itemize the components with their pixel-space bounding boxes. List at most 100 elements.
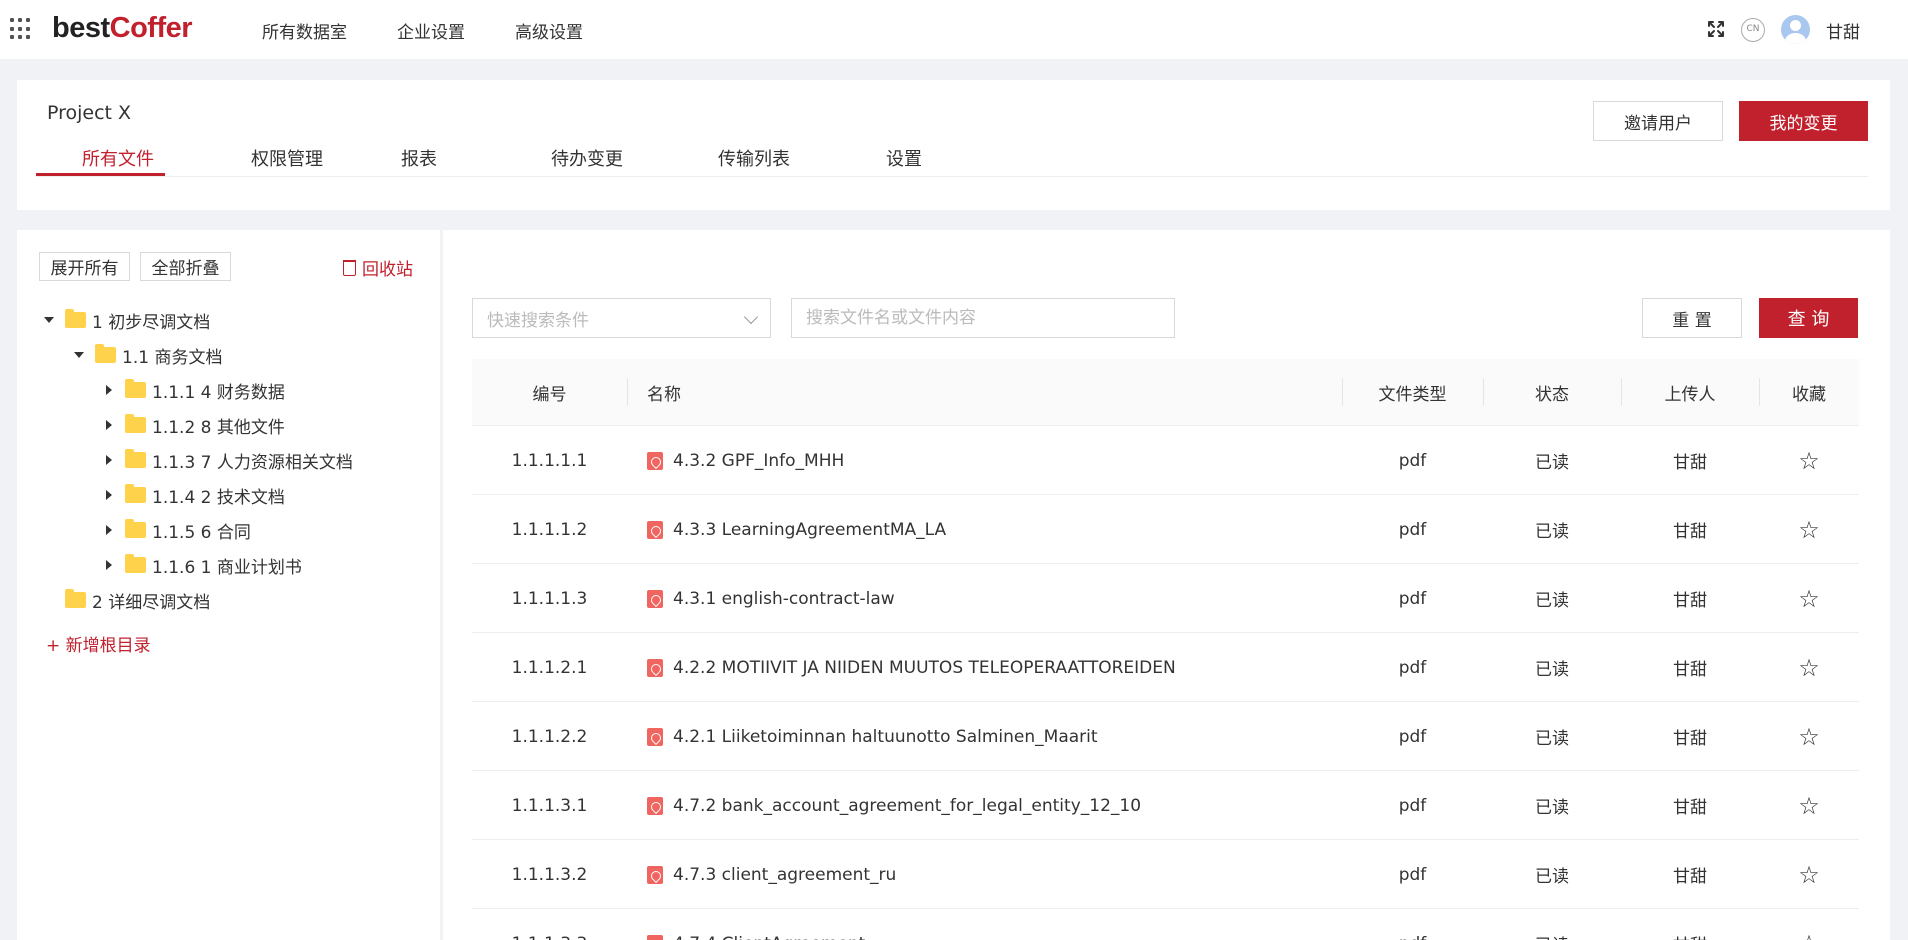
cell-file-type: pdf	[1342, 909, 1483, 940]
table-row[interactable]: 1.1.1.3.1 4.7.2 bank_account_agreement_fo…	[472, 771, 1859, 840]
col-header-id[interactable]: 编号	[472, 359, 627, 426]
table-row[interactable]: 1.1.1.3.3 4.7.4 ClientAgreement pdf已读甘甜 ☆	[472, 909, 1859, 940]
cell-favorite: ☆	[1759, 633, 1859, 702]
col-header-favorite[interactable]: 收藏	[1759, 359, 1859, 426]
tab-settings[interactable]: 设置	[886, 145, 922, 177]
cell-name[interactable]: 4.7.2 bank_account_agreement_for_legal_e…	[647, 771, 1337, 840]
cell-uploader: 甘甜	[1673, 729, 1707, 749]
caret-right-icon[interactable]	[99, 450, 119, 470]
cell-file-type: pdf	[1398, 519, 1427, 540]
reset-button[interactable]: 重 置	[1642, 298, 1742, 338]
table-row[interactable]: 1.1.1.1.1 4.3.2 GPF_Info_MHH pdf 已读 甘甜 ☆	[472, 426, 1859, 495]
invite-user-button[interactable]: 邀请用户	[1593, 101, 1723, 141]
star-icon[interactable]: ☆	[1798, 587, 1820, 611]
tree-node[interactable]: 1.1 商务文档	[69, 343, 222, 368]
logo[interactable]: bestCoffer	[52, 12, 193, 45]
fullscreen-icon[interactable]	[1706, 19, 1726, 39]
tree-node[interactable]: 1.1.5 6 合同	[99, 518, 251, 543]
cell-uploader: 甘甜	[1673, 522, 1707, 542]
folder-icon	[125, 449, 146, 468]
star-icon[interactable]: ☆	[1798, 794, 1820, 818]
file-name[interactable]: 4.3.2 GPF_Info_MHH	[673, 451, 844, 471]
star-icon[interactable]: ☆	[1798, 449, 1820, 473]
table-body: 1.1.1.1.1 4.3.2 GPF_Info_MHH pdf 已读 甘甜 ☆ 1.1.1…	[472, 426, 1859, 940]
caret-down-icon[interactable]	[69, 345, 89, 365]
my-changes-button[interactable]: 我的变更	[1739, 101, 1868, 141]
cell-name[interactable]: 4.2.1 Liiketoiminnan haltuunotto Salmine…	[647, 702, 1337, 771]
file-name[interactable]: 4.3.1 english-contract-law	[673, 589, 895, 609]
expand-all-button[interactable]: 展开所有	[39, 252, 130, 281]
cell-name[interactable]: 4.3.2 GPF_Info_MHH	[647, 426, 1337, 495]
caret-right-icon[interactable]	[99, 520, 119, 540]
file-name[interactable]: 4.2.2 MOTIIVIT JA NIIDEN MUUTOS TELEOPER…	[673, 658, 1176, 678]
caret-right-icon[interactable]	[99, 380, 119, 400]
cell-uploader: 甘甜	[1673, 867, 1707, 887]
file-name[interactable]: 4.7.4 ClientAgreement	[673, 934, 865, 940]
recycle-bin-link[interactable]: 回收站	[343, 255, 413, 280]
table-row[interactable]: 1.1.1.1.3 4.3.1 english-contract-law pdf 已读…	[472, 564, 1859, 633]
caret-down-icon[interactable]	[39, 310, 59, 330]
folder-icon	[65, 309, 86, 328]
star-icon[interactable]: ☆	[1798, 932, 1820, 940]
folder-icon	[95, 344, 116, 363]
col-header-type[interactable]: 文件类型	[1342, 359, 1483, 426]
cell-favorite: ☆	[1759, 495, 1859, 564]
tab-permissions[interactable]: 权限管理	[251, 145, 323, 177]
cell-name[interactable]: 4.7.3 client_agreement_ru	[647, 840, 1337, 909]
col-header-name[interactable]: 名称	[647, 359, 681, 426]
cell-name[interactable]: 4.3.1 english-contract-law	[647, 564, 1337, 633]
tree-node[interactable]: 1.1.1 4 财务数据	[99, 378, 285, 403]
star-icon[interactable]: ☆	[1798, 656, 1820, 680]
user-avatar[interactable]	[1781, 15, 1810, 44]
cell-file-type: pdf	[1398, 795, 1427, 816]
file-name[interactable]: 4.2.1 Liiketoiminnan haltuunotto Salmine…	[673, 727, 1098, 747]
cell-name[interactable]: 4.2.2 MOTIIVIT JA NIIDEN MUUTOS TELEOPER…	[647, 633, 1337, 702]
file-table: 编号 名称 文件类型 状态 上传人 收藏 1.1.1.1.1 4.3.2 GPF_…	[472, 359, 1859, 940]
tab-transfer-list[interactable]: 传输列表	[718, 145, 790, 177]
star-icon[interactable]: ☆	[1798, 518, 1820, 542]
caret-right-icon[interactable]	[99, 485, 119, 505]
table-row[interactable]: 1.1.1.1.2 4.3.3 LearningAgreementMA_LA pdf…	[472, 495, 1859, 564]
col-divider	[627, 378, 628, 406]
tree-node[interactable]: 1.1.3 7 人力资源相关文档	[99, 448, 353, 473]
star-icon[interactable]: ☆	[1798, 725, 1820, 749]
nav-all-datarooms[interactable]: 所有数据室	[262, 18, 347, 43]
pdf-file-icon	[647, 451, 663, 470]
file-name[interactable]: 4.7.3 client_agreement_ru	[673, 865, 896, 885]
star-icon[interactable]: ☆	[1798, 863, 1820, 887]
table-header: 编号 名称 文件类型 状态 上传人 收藏	[472, 359, 1859, 426]
file-name[interactable]: 4.3.3 LearningAgreementMA_LA	[673, 520, 946, 540]
tree-node[interactable]: 2 详细尽调文档	[39, 588, 210, 613]
nav-enterprise-settings[interactable]: 企业设置	[397, 18, 465, 43]
apps-grid-icon[interactable]	[10, 18, 32, 40]
tree-node[interactable]: 1 初步尽调文档	[39, 308, 210, 333]
query-button[interactable]: 查 询	[1759, 298, 1858, 338]
table-row[interactable]: 1.1.1.3.2 4.7.3 client_agreement_ru pdf 已读 甘…	[472, 840, 1859, 909]
tree-node[interactable]: 1.1.2 8 其他文件	[99, 413, 285, 438]
tab-pending-changes[interactable]: 待办变更	[551, 145, 623, 177]
add-root-folder-link[interactable]: + 新增根目录	[46, 631, 151, 656]
tab-reports[interactable]: 报表	[401, 145, 437, 177]
table-row[interactable]: 1.1.1.2.1 4.2.2 MOTIIVIT JA NIIDEN MUUTOS…	[472, 633, 1859, 702]
cell-uploader: 甘甜	[1673, 660, 1707, 680]
cell-status: 已读	[1535, 729, 1569, 749]
caret-right-icon[interactable]	[99, 415, 119, 435]
tree-node[interactable]: 1.1.4 2 技术文档	[99, 483, 285, 508]
caret-right-icon[interactable]	[99, 555, 119, 575]
col-header-uploader[interactable]: 上传人	[1621, 359, 1759, 426]
cell-file-type: pdf	[1398, 450, 1427, 471]
search-input[interactable]	[791, 298, 1175, 338]
cell-name[interactable]: 4.7.4 ClientAgreement	[647, 909, 1337, 940]
cell-name[interactable]: 4.3.3 LearningAgreementMA_LA	[647, 495, 1337, 564]
tree-node[interactable]: 1.1.6 1 商业计划书	[99, 553, 302, 578]
quick-search-select[interactable]: 快速搜索条件	[472, 298, 771, 338]
col-header-status[interactable]: 状态	[1483, 359, 1621, 426]
file-list-panel: 快速搜索条件 重 置 查 询 编号 名称 文件类型 状态 上传人 收藏 1.1.…	[443, 230, 1890, 940]
table-row[interactable]: 1.1.1.2.2 4.2.1 Liiketoiminnan haltuunott…	[472, 702, 1859, 771]
nav-advanced-settings[interactable]: 高级设置	[515, 18, 583, 43]
cell-status: 已读	[1535, 591, 1569, 611]
language-switch-icon[interactable]: CN	[1741, 18, 1765, 42]
file-name[interactable]: 4.7.2 bank_account_agreement_for_legal_e…	[673, 796, 1141, 816]
username[interactable]: 甘甜	[1826, 18, 1860, 43]
collapse-all-button[interactable]: 全部折叠	[140, 252, 231, 281]
